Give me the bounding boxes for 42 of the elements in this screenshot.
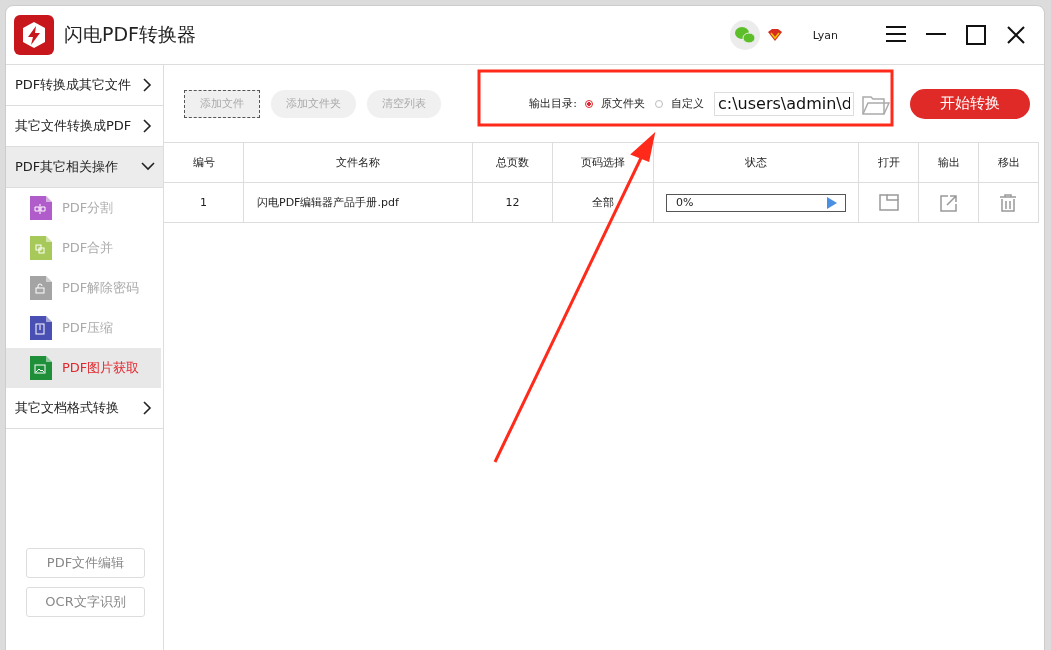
trash-icon[interactable] [998, 193, 1019, 212]
sidebar-item[interactable]: PDF压缩 [6, 308, 161, 348]
column-header: 打开 [859, 143, 919, 182]
user-name: Lyan [812, 28, 838, 42]
sidebar-category[interactable]: PDF转换成其它文件 [6, 65, 163, 106]
play-icon[interactable] [827, 196, 837, 209]
table-cell: 闪电PDF编辑器产品手册.pdf [244, 183, 473, 222]
sidebar-category[interactable]: 其它文档格式转换 [6, 388, 163, 429]
column-header: 文件名称 [244, 143, 473, 182]
column-header: 输出 [919, 143, 979, 182]
table-cell: 全部 [553, 183, 654, 222]
export-icon[interactable] [938, 193, 959, 212]
app-logo-icon [14, 15, 54, 55]
table-cell: 1 [164, 183, 244, 222]
path-field[interactable]: c:\users\admin\d [714, 91, 854, 116]
column-header: 状态 [654, 143, 859, 182]
sidebar-button[interactable]: OCR文字识别 [26, 587, 145, 617]
column-header: 总页数 [473, 143, 553, 182]
column-header: 移出 [979, 143, 1039, 182]
toolbar-button[interactable]: 添加文件夹 [271, 89, 356, 118]
sidebar-button[interactable]: PDF文件编辑 [26, 548, 145, 578]
window-title: 闪电PDF转换器 [64, 22, 197, 47]
sidebar-category[interactable]: PDF其它相关操作 [6, 147, 163, 188]
column-header: 编号 [164, 143, 244, 182]
toolbar-button[interactable]: 添加文件 [184, 89, 260, 118]
sidebar-item[interactable]: PDF合并 [6, 228, 161, 268]
sidebar-item[interactable]: PDF分割 [6, 188, 161, 228]
menu-icon[interactable] [886, 25, 906, 45]
toolbar-button[interactable]: 清空列表 [367, 89, 441, 118]
radio-option[interactable]: 自定义 [655, 96, 704, 111]
output-label: 输出目录: [529, 96, 577, 111]
progress-text: 0% [676, 196, 695, 209]
close-icon[interactable] [1006, 25, 1026, 45]
chat-icon[interactable] [729, 20, 760, 50]
diamond-icon [765, 28, 783, 42]
start-button[interactable]: 开始转换 [910, 88, 1030, 119]
sidebar-item[interactable]: PDF图片获取 [6, 348, 161, 388]
table-cell: 12 [473, 183, 553, 222]
radio-option[interactable]: 原文件夹 [585, 96, 645, 111]
maximize-icon[interactable] [966, 25, 986, 45]
sidebar-item[interactable]: PDF解除密码 [6, 268, 161, 308]
folder-icon[interactable] [878, 193, 899, 212]
